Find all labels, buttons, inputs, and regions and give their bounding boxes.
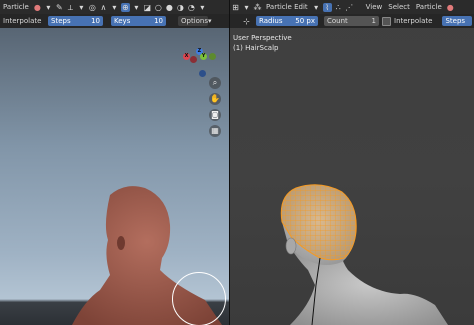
brush-circle [172,272,226,325]
model-head-hair-edit [280,184,448,325]
left-viewport[interactable]: Particle ● ▾ ✎ ⟂ ▾ ◎ ∧ ▾ ⊕ ▾ ◪ ○ ● ◑ ◔ ▾… [0,0,229,325]
right-viewport[interactable]: ⊞ ▾ ⁂ Particle Edit ▾ ⌇ ∴ ⋰ View Select … [230,0,474,325]
